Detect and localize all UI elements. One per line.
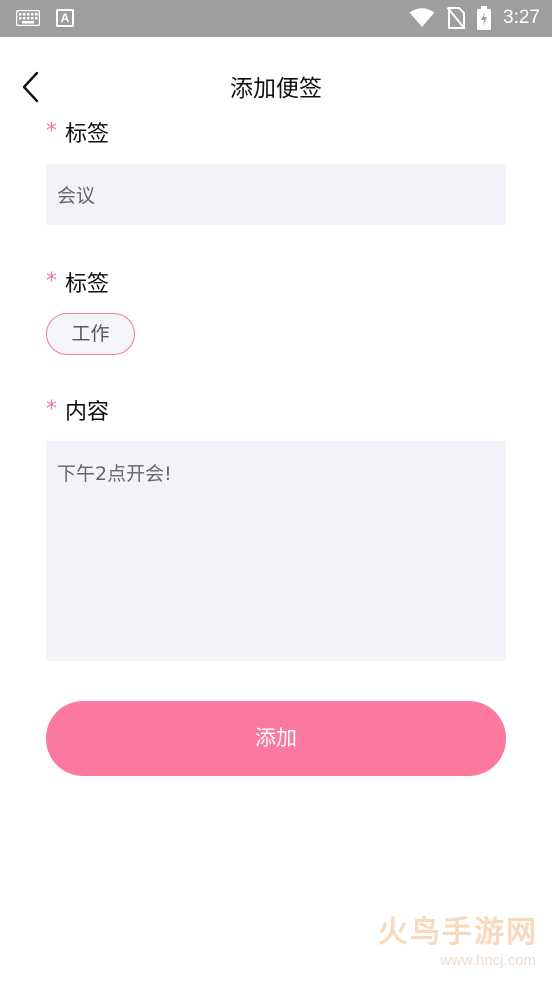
watermark-logo: 火鸟手游网 www.hncj.com <box>368 907 538 969</box>
no-sim-icon <box>447 7 466 29</box>
battery-charging-icon <box>477 6 492 30</box>
content-field-label: * 内容 <box>46 394 109 426</box>
title-field-label: * 标签 <box>46 116 109 148</box>
required-mark: * <box>46 396 57 422</box>
wifi-icon <box>409 8 435 27</box>
required-mark: * <box>46 268 57 294</box>
content-textarea[interactable]: 下午2点开会! <box>46 441 506 661</box>
a-input-icon: A <box>56 9 74 27</box>
status-bar-right: 3:27 <box>409 6 540 30</box>
title-input[interactable]: 会议 <box>46 164 506 225</box>
page-title: 添加便签 <box>230 76 322 102</box>
title-field-label-text: 标签 <box>65 122 110 147</box>
content-field-label-text: 内容 <box>65 400 110 425</box>
add-button[interactable]: 添加 <box>46 701 506 776</box>
required-mark: * <box>46 118 57 144</box>
watermark-url-text: www.hncj.com <box>440 952 536 969</box>
status-time: 3:27 <box>503 7 540 28</box>
status-bar-left: A <box>16 9 74 27</box>
keyboard-icon <box>16 10 40 26</box>
status-bar: A 3:27 <box>0 0 552 37</box>
watermark-main-text: 火鸟手游网 <box>378 915 538 950</box>
tag-field-label: * 标签 <box>46 266 109 298</box>
tag-field-label-text: 标签 <box>65 272 110 297</box>
tag-chip-selected[interactable]: 工作 <box>46 313 135 355</box>
